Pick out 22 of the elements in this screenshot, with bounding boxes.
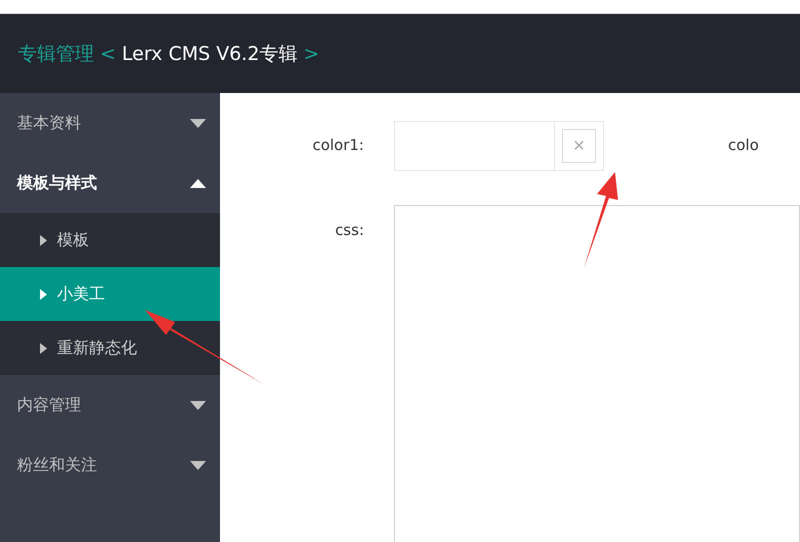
sidebar-group[interactable]: 粉丝和关注 (0, 435, 220, 495)
sidebar-group[interactable]: 模板与样式 (0, 153, 220, 213)
sidebar-item[interactable]: 模板 (0, 213, 220, 267)
sidebar-item[interactable]: 重新静态化 (0, 321, 220, 375)
css-textarea[interactable] (394, 205, 800, 542)
field-label: colo (728, 135, 759, 154)
triangle-right-icon (40, 288, 47, 300)
caret-down-icon (190, 118, 206, 128)
page-title: Lerx CMS V6.2专辑 (122, 42, 298, 66)
caret-down-icon (190, 460, 206, 470)
caret-up-icon (190, 178, 206, 188)
breadcrumb-link[interactable]: 专辑管理 (18, 40, 94, 66)
sidebar-group[interactable]: 内容管理 (0, 375, 220, 435)
triangle-right-icon (40, 234, 47, 246)
caret-down-icon (190, 400, 206, 410)
triangle-right-icon (40, 342, 47, 354)
field-label: css: (334, 220, 364, 239)
breadcrumb-separator: > (303, 42, 320, 64)
breadcrumb-separator: < (100, 42, 116, 64)
sidebar-item[interactable]: 小美工 (0, 267, 220, 321)
sidebar-group[interactable]: 基本资料 (0, 93, 220, 153)
field-label: color1: (311, 135, 364, 154)
